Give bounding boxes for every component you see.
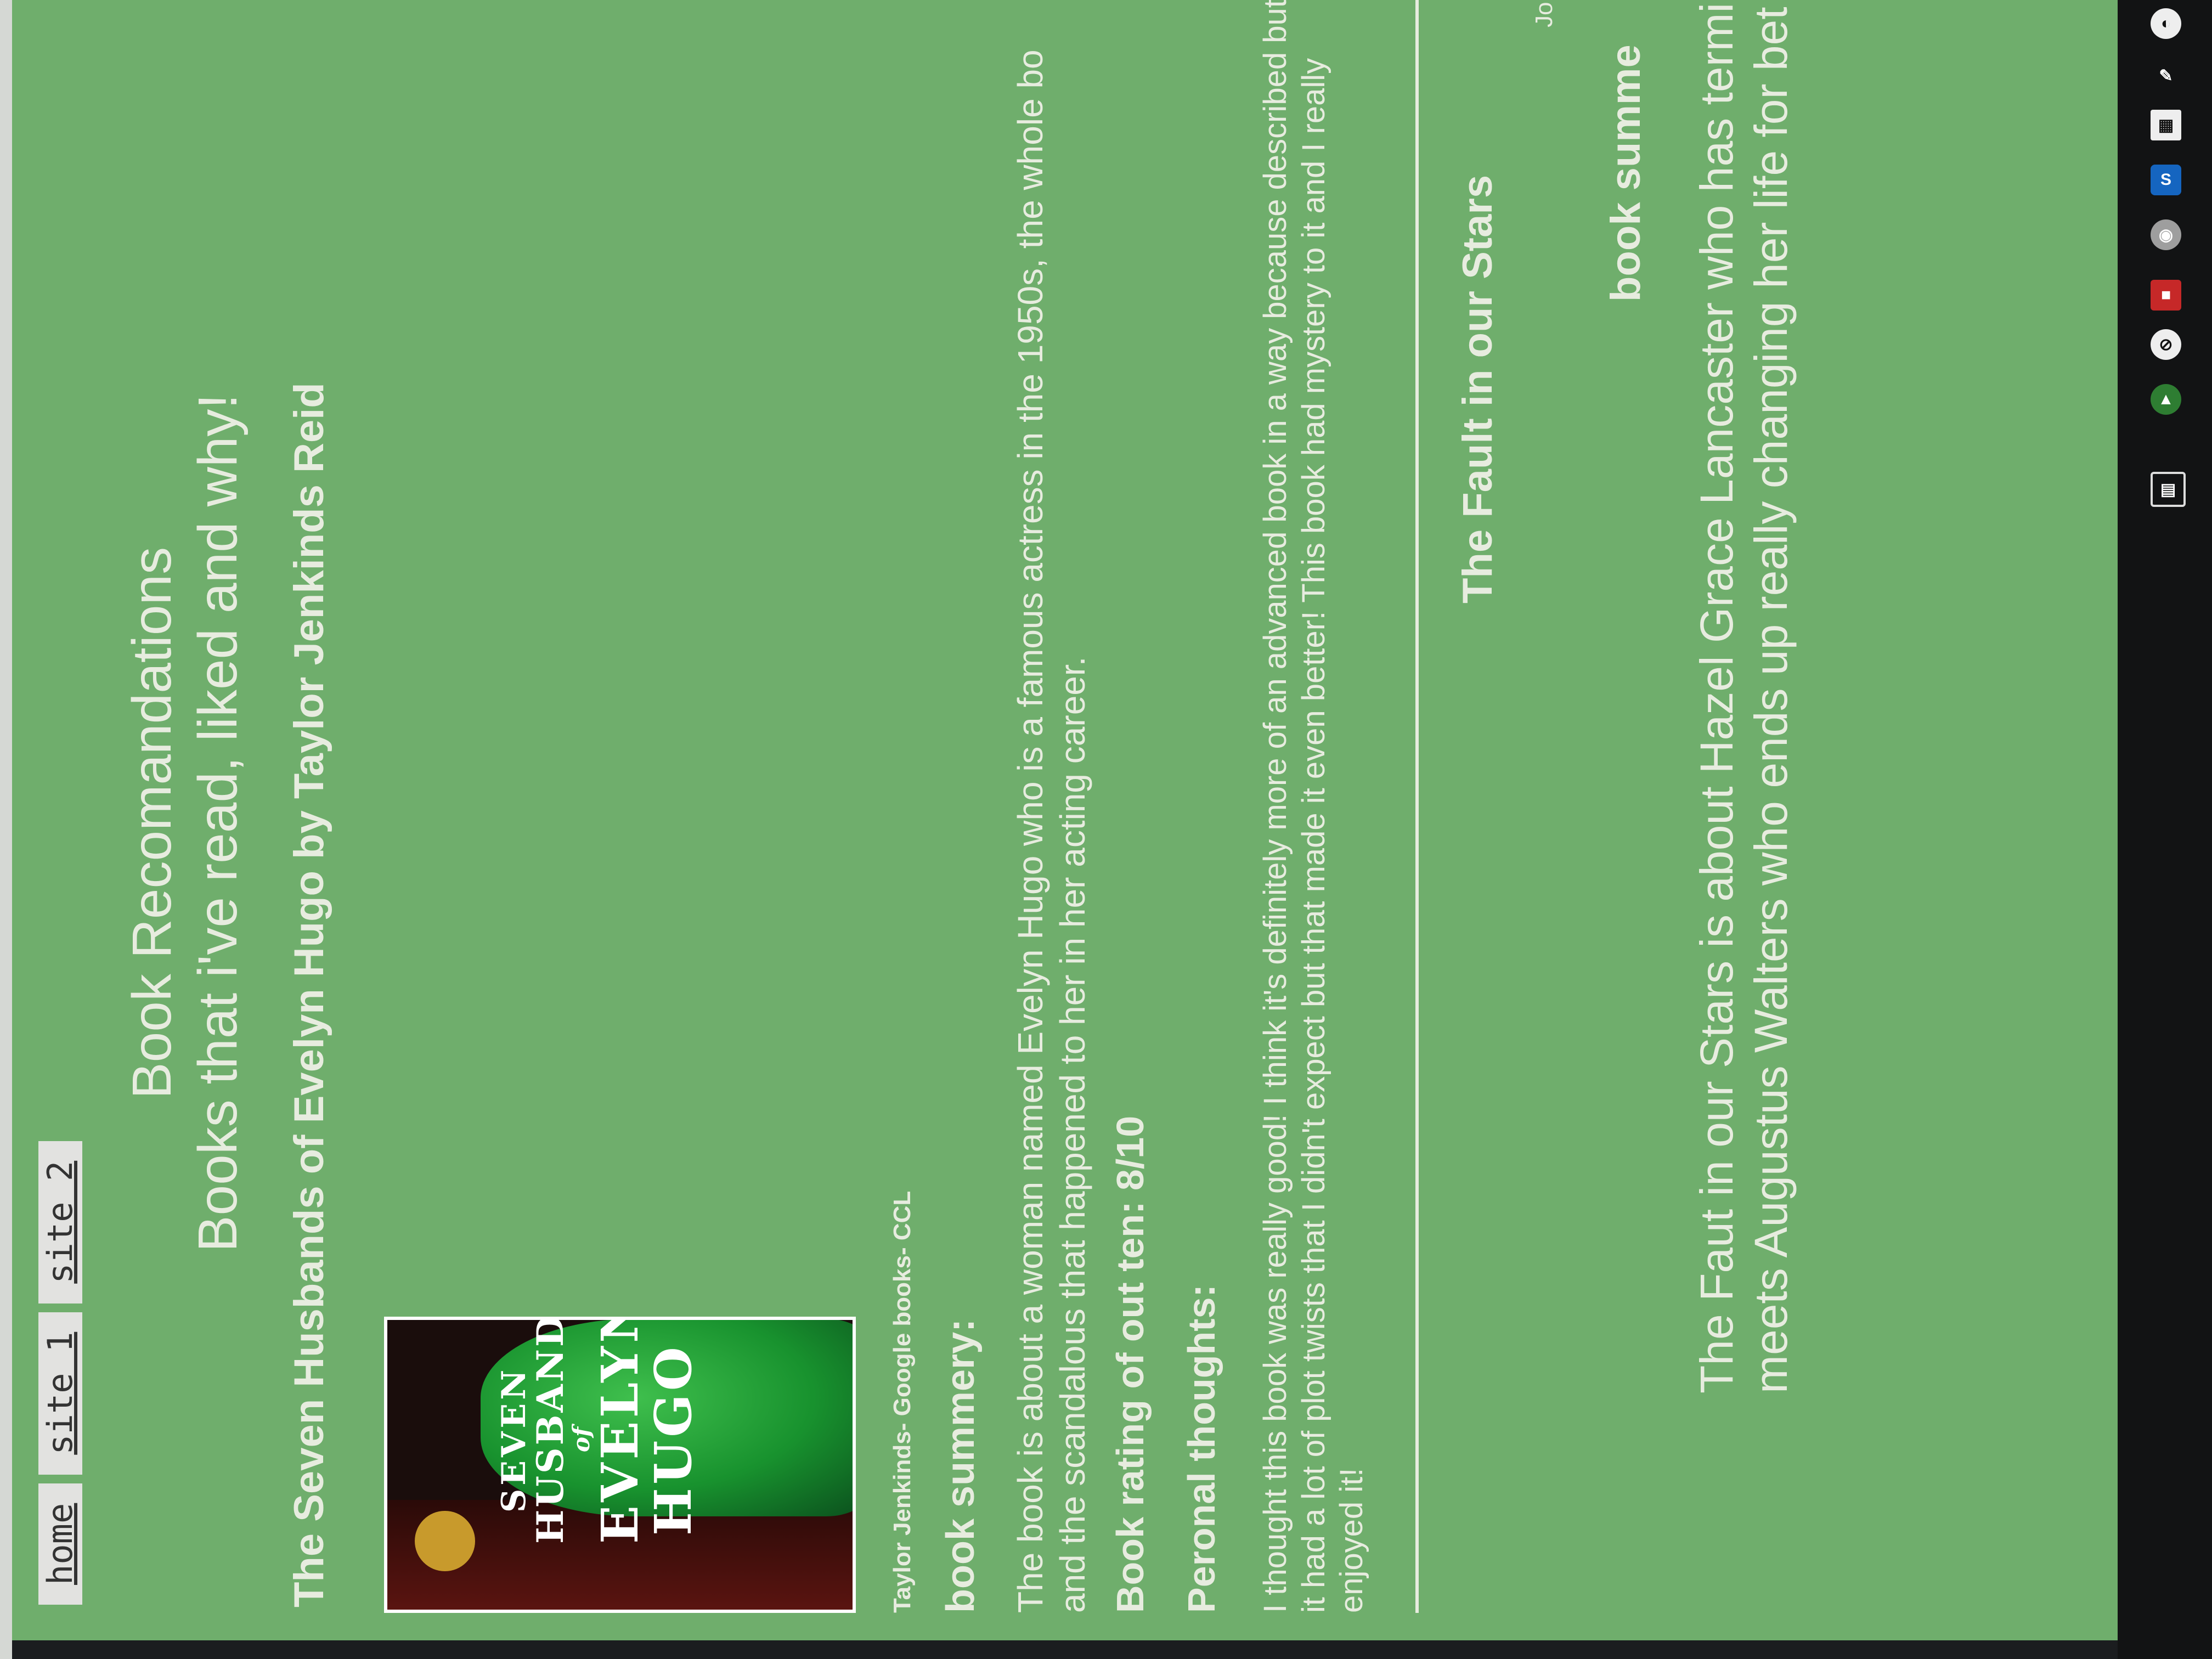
navigation-bar: home site 1 site 2 (38, 1141, 82, 1605)
page-subtitle: Books that i've read, liked and why! (187, 393, 249, 1252)
book2-author: Jo (1531, 2, 1558, 27)
cover-line-5: HUGO (643, 1344, 703, 1536)
book1-cover-image: SEVEN HUSBANDS of EVELYN HUGO (384, 1317, 856, 1613)
qr-icon[interactable]: ▦ (2151, 110, 2181, 140)
book1-summary-heading: book summery: (939, 1318, 983, 1613)
app-icon[interactable]: ▲ (2151, 384, 2181, 415)
page-title: Book Recomandations (121, 546, 183, 1099)
book2-title: The Fault in our Stars (1454, 174, 1501, 603)
page-content: home site 1 site 2 Book Recomandations B… (0, 0, 2118, 1640)
taskbar: ▤ ▲ ⊘ ■ ◉ S ▦ ✎ ◐ (2118, 0, 2212, 1659)
chrome-icon[interactable]: ◉ (2151, 219, 2181, 250)
book1-thoughts-text: I thought this book was really good! I t… (1257, 0, 1370, 1613)
book1-rating: Book rating of out ten: 8/10 (1109, 1115, 1152, 1613)
book2-summary-heading: book summe (1602, 44, 1649, 302)
google-icon[interactable]: ◐ (2151, 8, 2181, 39)
s-icon[interactable]: S (2151, 165, 2181, 195)
cover-line-1: SEVEN (495, 1366, 533, 1513)
nav-site2-button[interactable]: site 2 (38, 1141, 82, 1304)
security-icon[interactable]: ⊘ (2151, 329, 2181, 360)
image-credit: Taylor Jenkinds- Google books- CCL (889, 1190, 916, 1613)
book1-title: The Seven Husbands of Evelyn Hugo by Tay… (286, 382, 332, 1607)
nav-site1-button[interactable]: site 1 (38, 1312, 82, 1475)
cover-award-badge (415, 1511, 475, 1571)
news-icon[interactable]: ▤ (2151, 472, 2186, 507)
pen-icon[interactable]: ✎ (2151, 60, 2181, 91)
cover-title-text: SEVEN HUSBANDS of EVELYN HUGO (495, 1317, 703, 1544)
photographed-screen: home site 1 site 2 Book Recomandations B… (0, 0, 2212, 1659)
app-icon-2[interactable]: ■ (2151, 280, 2181, 311)
section-divider (1415, 0, 1419, 1613)
webpage: home site 1 site 2 Book Recomandations B… (0, 0, 2118, 1640)
cover-line-2: HUSBANDS (529, 1317, 572, 1544)
book1-summary-text: The book is about a woman named Evelyn H… (1011, 49, 1092, 1613)
nav-home-button[interactable]: home (38, 1483, 82, 1605)
screen-edge (0, 0, 12, 1659)
book2-summary-text: The Faut in our Stars is about Hazel Gra… (1691, 0, 1797, 1393)
cover-line-4: EVELYN (590, 1317, 650, 1544)
book1-thoughts-heading: Peronal thoughts: (1180, 1284, 1223, 1613)
